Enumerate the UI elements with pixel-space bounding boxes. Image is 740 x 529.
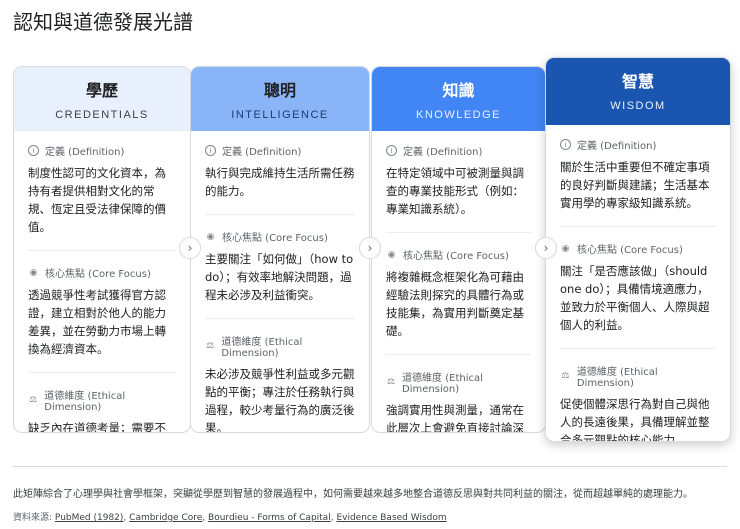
- card-header: 學歷 CREDENTIALS: [14, 67, 190, 131]
- section-label: 定義 (Definition): [222, 147, 302, 158]
- section-definition: i 定義 (Definition) 執行與完成維持生活所需任務的能力。: [205, 143, 355, 215]
- source-link[interactable]: Cambridge Core: [129, 513, 202, 523]
- card-title: 知識: [442, 81, 475, 100]
- next-arrow-button[interactable]: ›: [179, 237, 201, 259]
- section-core-focus: ◉ 核心焦點 (Core Focus) 透過競爭性考試獲得官方認證，建立相對於他人…: [28, 265, 176, 373]
- card-intelligence: 聰明 INTELLIGENCE i 定義 (Definition) 執行與完成維持…: [190, 66, 370, 433]
- card-title: 學歷: [85, 81, 118, 100]
- section-text: 執行與完成維持生活所需任務的能力。: [205, 166, 355, 198]
- section-definition: i 定義 (Definition) 制度性認可的文化資本，為持有者提供相對文化的常…: [28, 143, 176, 251]
- section-label: 核心焦點 (Core Focus): [577, 245, 683, 256]
- info-icon: i: [205, 145, 216, 156]
- section-ethical: ⚖ 道德維度 (Ethical Dimension) 缺乏內在道德考量；需要不斷證…: [28, 387, 176, 433]
- card-subtitle: KNOWLEDGE: [415, 109, 501, 121]
- card-header: 智慧 WISDOM: [546, 58, 730, 125]
- section-core-focus: ◉ 核心焦點 (Core Focus) 將複雜概念框架化為可藉由經驗法則探究的具體…: [386, 247, 531, 355]
- eye-icon: ◉: [561, 243, 570, 254]
- section-core-focus: ◉ 核心焦點 (Core Focus) 關注「是否應該做」（should one …: [560, 241, 716, 349]
- card-credentials: 學歷 CREDENTIALS i 定義 (Definition) 制度性認可的文化…: [13, 66, 191, 433]
- section-label: 核心焦點 (Core Focus): [403, 251, 509, 262]
- section-text: 透過競爭性考試獲得官方認證，建立相對於他人的能力差異，並在勞動力市場上轉換為經濟…: [28, 288, 166, 356]
- section-text: 關於生活中重要但不確定事項的良好判斷與建議；生活基本實用學的專家級知識系統。: [560, 160, 710, 210]
- card-wisdom: 智慧 WISDOM i 定義 (Definition) 關於生活中重要但不確定事項…: [545, 57, 731, 442]
- info-icon: i: [386, 145, 397, 156]
- eye-icon: ◉: [206, 231, 215, 242]
- eye-icon: ◉: [387, 249, 396, 260]
- source-link[interactable]: Bourdieu - Forms of Capital: [208, 513, 331, 523]
- section-label: 核心焦點 (Core Focus): [222, 233, 328, 244]
- section-label: 道德維度 (Ethical Dimension): [576, 367, 658, 389]
- sources: 資料來源: PubMed (1982), Cambridge Core, Bou…: [13, 513, 447, 523]
- card-subtitle: INTELLIGENCE: [231, 109, 329, 121]
- source-link[interactable]: PubMed (1982): [55, 513, 124, 523]
- section-text: 強調實用性與測量，通常在此層次上會避免直接討論深層次的情感與動機。: [386, 403, 524, 433]
- section-text: 未必涉及競爭性利益或多元觀點的平衡；專注於任務執行與過程，較少考量行為的廣泛後果…: [205, 367, 355, 433]
- page-title: 認知與道德發展光譜: [13, 10, 193, 34]
- source-link[interactable]: Evidence Based Wisdom: [336, 513, 446, 523]
- scale-icon: ⚖: [561, 371, 570, 381]
- section-label: 道德維度 (Ethical Dimension): [402, 373, 483, 395]
- section-text: 在特定領域中可被測量與調查的專業技能形式（例如：專業知識系統）。: [386, 166, 524, 216]
- scale-icon: ⚖: [206, 341, 215, 351]
- section-text: 促使個體深思行為對自己與他人的長遠後果，具備理解並整合多元觀點的核心能力。: [560, 397, 710, 442]
- card-subtitle: WISDOM: [610, 100, 666, 112]
- card-title: 聰明: [263, 81, 296, 100]
- next-arrow-button[interactable]: ›: [535, 237, 557, 259]
- section-definition: i 定義 (Definition) 在特定領域中可被測量與調查的專業技能形式（例如…: [386, 143, 531, 233]
- section-text: 將複雜概念框架化為可藉由經驗法則探究的具體行為或技能集，為實用判斷奠定基礎。: [386, 270, 524, 338]
- section-ethical: ⚖ 道德維度 (Ethical Dimension) 未必涉及競爭性利益或多元觀點…: [205, 333, 355, 433]
- divider: [13, 466, 727, 467]
- card-header: 知識 KNOWLEDGE: [372, 67, 545, 131]
- section-label: 核心焦點 (Core Focus): [45, 269, 151, 280]
- eye-icon: ◉: [29, 267, 38, 278]
- section-text: 制度性認可的文化資本，為持有者提供相對文化的常規、恆定且受法律保障的價值。: [28, 166, 166, 234]
- card-knowledge: 知識 KNOWLEDGE i 定義 (Definition) 在特定領域中可被測量…: [371, 66, 546, 433]
- section-label: 定義 (Definition): [45, 147, 125, 158]
- section-definition: i 定義 (Definition) 關於生活中重要但不確定事項的良好判斷與建議；生…: [560, 137, 716, 227]
- scale-icon: ⚖: [386, 377, 396, 387]
- section-core-focus: ◉ 核心焦點 (Core Focus) 主要關注「如何做」（how to do）；…: [205, 229, 355, 319]
- card-subtitle: CREDENTIALS: [55, 109, 149, 121]
- section-label: 道德維度 (Ethical Dimension): [44, 391, 126, 413]
- section-text: 缺乏內在道德考量；需要不斷證明自身價值，主要用於衡量相對的社會地位與貨幣價值。: [28, 421, 166, 433]
- card-header: 聰明 INTELLIGENCE: [191, 67, 369, 131]
- summary-text: 此矩陣綜合了心理學與社會學框架，突顯從學歷到智慧的發展過程中，如何需要越來越多地…: [13, 489, 693, 500]
- section-text: 主要關注「如何做」（how to do）；有效率地解決問題，過程未必涉及利益衝突…: [205, 252, 354, 302]
- section-label: 道德維度 (Ethical Dimension): [221, 337, 303, 359]
- section-label: 定義 (Definition): [577, 141, 657, 152]
- section-ethical: ⚖ 道德維度 (Ethical Dimension) 強調實用性與測量，通常在此層…: [386, 369, 531, 433]
- info-icon: i: [28, 145, 39, 156]
- next-arrow-button[interactable]: ›: [359, 237, 381, 259]
- sources-label: 資料來源:: [13, 513, 53, 523]
- section-label: 定義 (Definition): [403, 147, 483, 158]
- section-text: 關注「是否應該做」（should one do）；具備情境適應力，並致力於平衡個…: [560, 264, 710, 332]
- section-ethical: ⚖ 道德維度 (Ethical Dimension) 促使個體深思行為對自己與他人…: [560, 363, 716, 442]
- card-title: 智慧: [621, 72, 654, 91]
- scale-icon: ⚖: [29, 395, 38, 405]
- info-icon: i: [560, 139, 571, 150]
